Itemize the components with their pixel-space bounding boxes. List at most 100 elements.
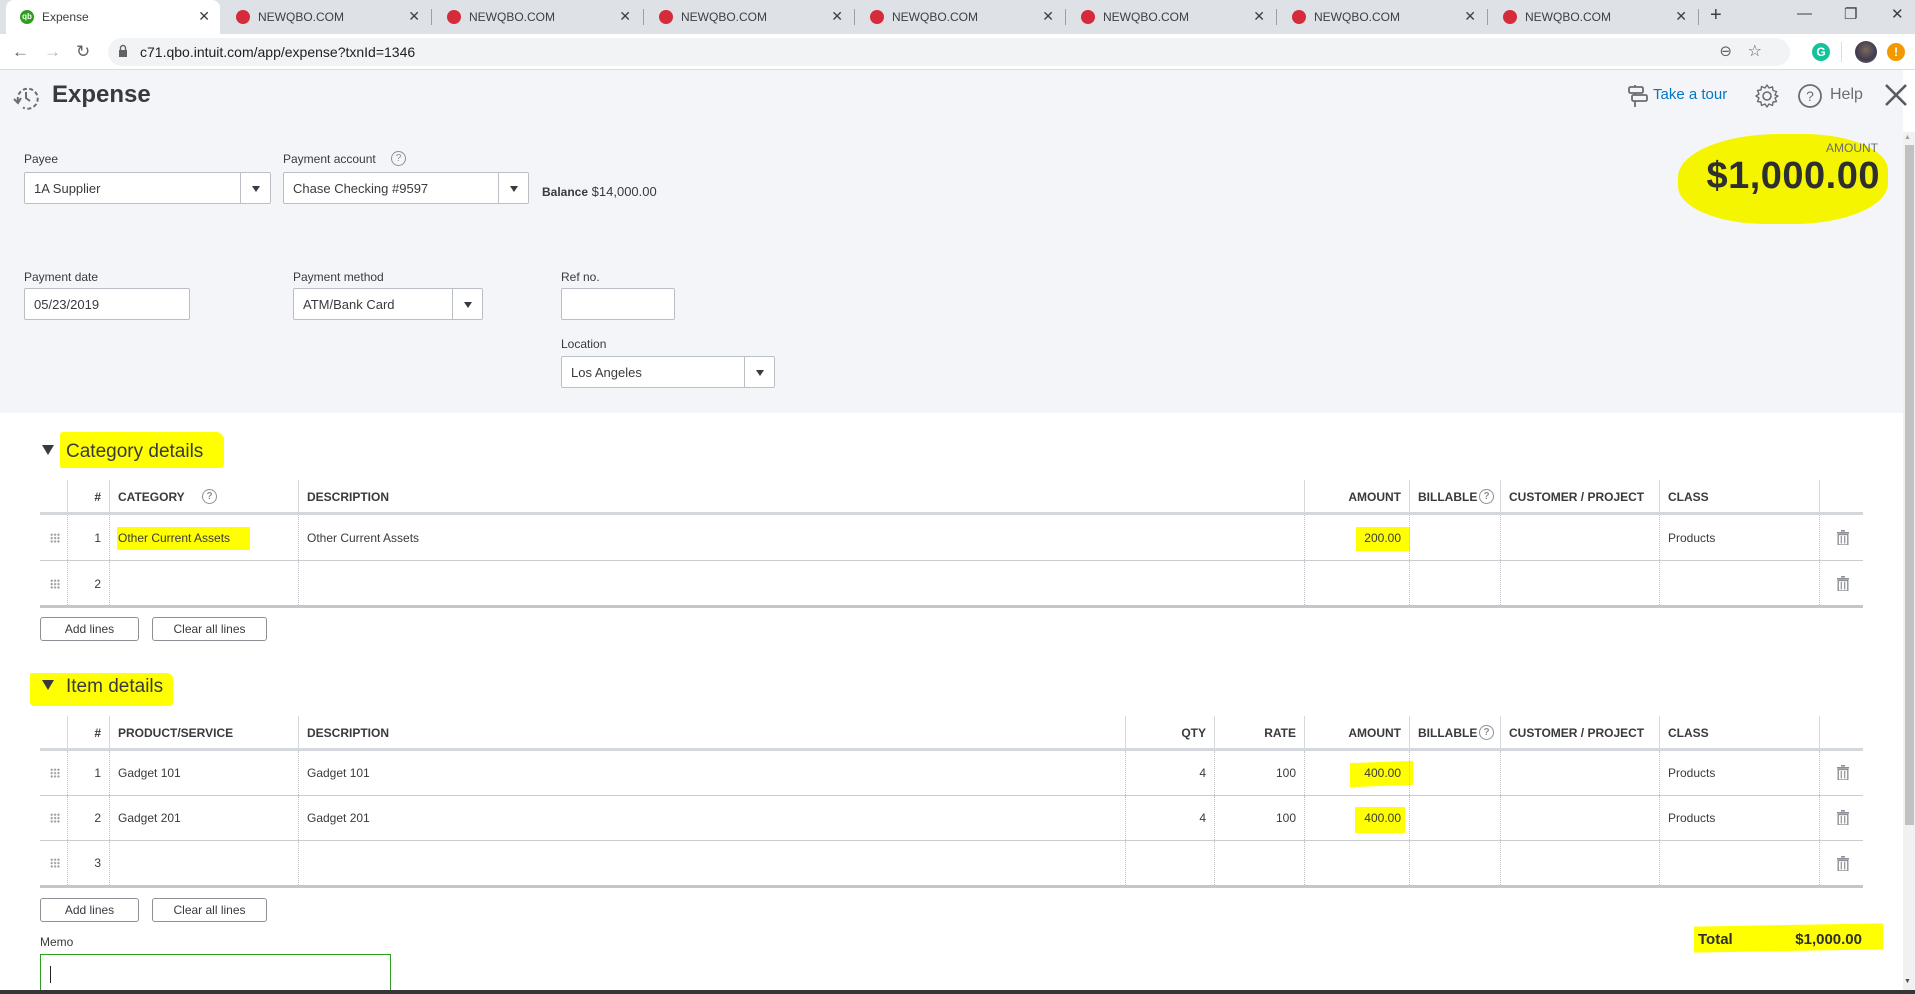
drag-handle-icon[interactable] — [50, 533, 60, 543]
tab-close-icon[interactable]: ✕ — [619, 8, 631, 25]
tab-newqbo-2[interactable]: NEWQBO.COM ✕ — [433, 0, 641, 34]
tab-close-icon[interactable]: ✕ — [198, 8, 210, 25]
tab-close-icon[interactable]: ✕ — [1464, 8, 1476, 25]
scroll-down-arrow-icon[interactable]: ▼ — [1904, 978, 1911, 985]
table-row[interactable]: 1 Gadget 101 Gadget 101 4 100 400.00 Pro… — [40, 751, 1863, 796]
customer-project-cell[interactable] — [1500, 841, 1659, 885]
table-row[interactable]: 3 — [40, 841, 1863, 888]
description-cell[interactable]: Gadget 101 — [298, 751, 1125, 795]
item-clear-lines-button[interactable]: Clear all lines — [152, 898, 267, 922]
scrollbar-thumb[interactable] — [1905, 145, 1914, 825]
customer-project-cell[interactable] — [1500, 515, 1659, 560]
tab-close-icon[interactable]: ✕ — [1253, 8, 1265, 25]
signpost-icon[interactable] — [1626, 84, 1650, 108]
payment-date-input[interactable]: 05/23/2019 — [24, 288, 190, 320]
profile-avatar[interactable] — [1855, 41, 1877, 63]
qty-cell[interactable]: 4 — [1125, 751, 1214, 795]
item-details-toggle[interactable]: Item details — [42, 676, 163, 698]
billable-cell[interactable] — [1409, 561, 1500, 605]
customer-project-cell[interactable] — [1500, 796, 1659, 840]
trash-icon[interactable] — [1837, 576, 1849, 591]
item-add-lines-button[interactable]: Add lines — [40, 898, 139, 922]
amount-cell[interactable]: 200.00 — [1304, 515, 1410, 560]
help-question-icon[interactable]: ? — [1479, 489, 1494, 504]
billable-cell[interactable] — [1409, 796, 1500, 840]
back-button[interactable]: ← — [12, 42, 29, 62]
category-details-toggle[interactable]: Category details — [42, 441, 203, 463]
billable-cell[interactable] — [1409, 751, 1500, 795]
tab-close-icon[interactable]: ✕ — [408, 8, 420, 25]
description-cell[interactable]: Other Current Assets — [298, 515, 1304, 560]
help-question-icon[interactable]: ? — [391, 151, 406, 166]
tab-newqbo-6[interactable]: NEWQBO.COM ✕ — [1278, 0, 1486, 34]
tab-newqbo-3[interactable]: NEWQBO.COM ✕ — [645, 0, 853, 34]
description-cell[interactable]: Gadget 201 — [298, 796, 1125, 840]
customer-project-cell[interactable] — [1500, 561, 1659, 605]
drag-handle-icon[interactable] — [50, 858, 60, 868]
help-question-icon[interactable]: ? — [1479, 725, 1494, 740]
table-row[interactable]: 1 Other Current Assets Other Current Ass… — [40, 515, 1863, 561]
trash-icon[interactable] — [1837, 810, 1849, 825]
category-cell[interactable]: Other Current Assets — [109, 515, 298, 560]
ref-no-input[interactable] — [561, 288, 675, 320]
payment-account-select[interactable]: Chase Checking #9597 — [283, 172, 529, 204]
reload-button[interactable]: ↻ — [76, 42, 90, 62]
scroll-up-arrow-icon[interactable]: ▲ — [1904, 134, 1911, 141]
customer-project-cell[interactable] — [1500, 751, 1659, 795]
tab-newqbo-5[interactable]: NEWQBO.COM ✕ — [1067, 0, 1275, 34]
bookmark-star-icon[interactable]: ☆ — [1748, 41, 1762, 61]
help-icon[interactable]: ? — [1797, 83, 1823, 109]
class-cell[interactable]: Products — [1659, 796, 1819, 840]
forward-button[interactable]: → — [44, 42, 61, 62]
minimize-button[interactable]: — — [1797, 5, 1812, 22]
take-a-tour-link[interactable]: Take a tour — [1653, 86, 1727, 103]
class-cell[interactable] — [1659, 841, 1819, 885]
restore-button[interactable]: ❐ — [1844, 5, 1857, 23]
tab-expense[interactable]: qb Expense ✕ — [6, 0, 220, 34]
url-bar[interactable]: c71.qbo.intuit.com/app/expense?txnId=134… — [108, 38, 1790, 66]
location-select[interactable]: Los Angeles — [561, 356, 775, 388]
qty-cell[interactable] — [1125, 841, 1214, 885]
zoom-icon[interactable]: ⊖ — [1719, 42, 1732, 60]
trash-icon[interactable] — [1837, 856, 1849, 871]
chevron-down-icon[interactable] — [452, 289, 482, 319]
amount-cell[interactable] — [1304, 841, 1409, 885]
amount-cell[interactable]: 400.00 — [1304, 751, 1413, 795]
class-cell[interactable]: Products — [1659, 751, 1819, 795]
chevron-down-icon[interactable] — [240, 173, 270, 203]
trash-icon[interactable] — [1837, 530, 1849, 545]
help-label[interactable]: Help — [1830, 86, 1863, 104]
drag-handle-icon[interactable] — [50, 579, 60, 589]
drag-handle-icon[interactable] — [50, 813, 60, 823]
chevron-down-icon[interactable] — [744, 357, 774, 387]
billable-cell[interactable] — [1409, 515, 1500, 560]
trash-icon[interactable] — [1837, 765, 1849, 780]
rate-cell[interactable]: 100 — [1214, 751, 1304, 795]
new-tab-button[interactable]: + — [1710, 4, 1722, 27]
class-cell[interactable]: Products — [1659, 515, 1819, 560]
drag-handle-icon[interactable] — [50, 768, 60, 778]
amount-cell[interactable] — [1304, 561, 1409, 605]
category-cell[interactable] — [109, 561, 298, 605]
memo-input[interactable] — [40, 954, 391, 994]
class-cell[interactable] — [1659, 561, 1819, 605]
product-service-cell[interactable]: Gadget 201 — [109, 796, 298, 840]
tab-newqbo-7[interactable]: NEWQBO.COM ✕ — [1489, 0, 1697, 34]
tab-close-icon[interactable]: ✕ — [1675, 8, 1687, 25]
table-row[interactable]: 2 Gadget 201 Gadget 201 4 100 400.00 Pro… — [40, 796, 1863, 841]
qty-cell[interactable]: 4 — [1125, 796, 1214, 840]
help-question-icon[interactable]: ? — [202, 489, 217, 504]
window-close-button[interactable]: ✕ — [1891, 5, 1904, 23]
tab-close-icon[interactable]: ✕ — [1042, 8, 1054, 25]
tab-close-icon[interactable]: ✕ — [831, 8, 843, 25]
table-row[interactable]: 2 — [40, 561, 1863, 608]
payment-method-select[interactable]: ATM/Bank Card — [293, 288, 483, 320]
description-cell[interactable] — [298, 841, 1125, 885]
category-add-lines-button[interactable]: Add lines — [40, 617, 139, 641]
billable-cell[interactable] — [1409, 841, 1500, 885]
description-cell[interactable] — [298, 561, 1304, 605]
payee-select[interactable]: 1A Supplier — [24, 172, 271, 204]
product-service-cell[interactable]: Gadget 101 — [109, 751, 298, 795]
update-alert-icon[interactable]: ! — [1887, 43, 1905, 61]
amount-cell[interactable]: 400.00 — [1304, 796, 1409, 840]
